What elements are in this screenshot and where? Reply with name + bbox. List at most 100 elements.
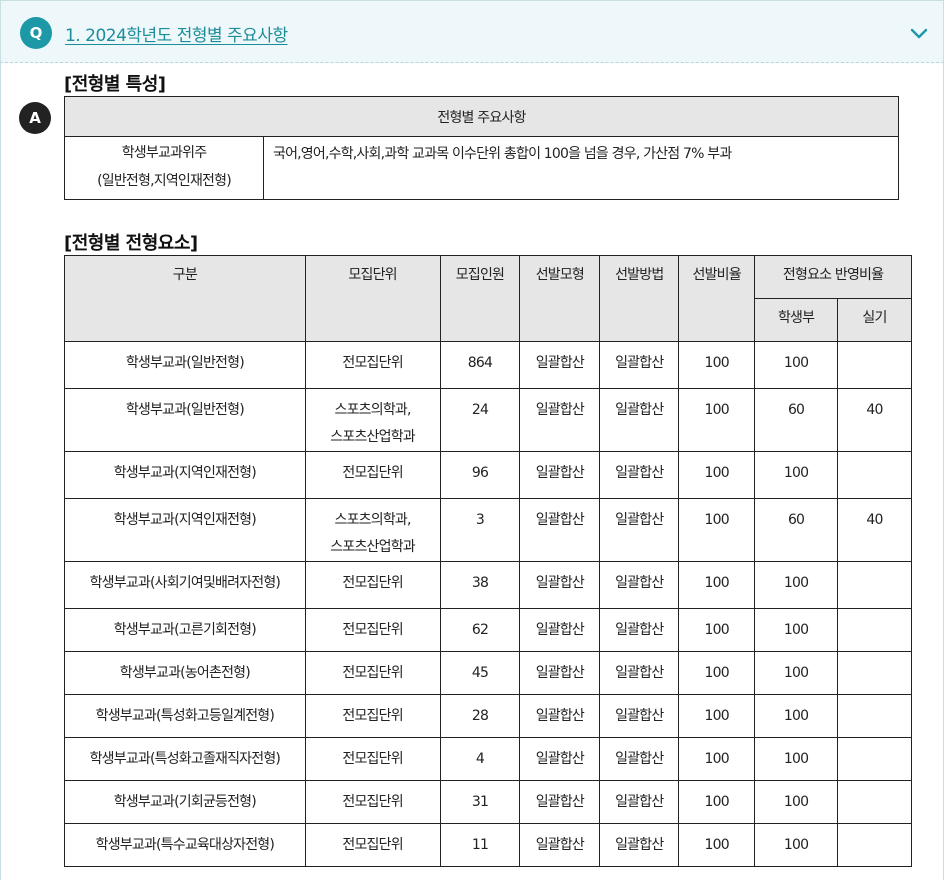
cell-unit-line1: 전모집단위 (342, 355, 403, 371)
cell-practical (837, 341, 912, 389)
cell-method: 일괄합산 (599, 780, 680, 824)
cell-model: 일괄합산 (519, 561, 601, 609)
characteristics-content: 국어,영어,수학,사회,과학 교과목 이수단위 총합이 100을 넘을 경우, … (263, 136, 899, 200)
cell-record: 100 (754, 341, 839, 389)
cell-ratio: 100 (678, 388, 756, 452)
characteristics-label: 학생부교과위주 (일반전형,지역인재전형) (64, 136, 264, 200)
cell-unit-line1: 전모집단위 (342, 751, 403, 767)
cell-method: 일괄합산 (599, 561, 680, 609)
cell-unit: 스포츠의학과, 스포츠산업학과 (304, 388, 441, 452)
cell-record: 100 (754, 608, 839, 652)
cell-count: 38 (439, 561, 521, 609)
cell-category: 학생부교과(농어촌전형) (64, 651, 306, 695)
table-row: 학생부교과(지역인재전형) 스포츠의학과, 스포츠산업학과 3 일괄합산 일괄합산 100 6… (64, 498, 912, 562)
cell-model: 일괄합산 (519, 498, 601, 562)
cell-method: 일괄합산 (599, 341, 680, 389)
section-title-characteristics: [전형별 특성] (64, 74, 166, 95)
col-header-unit: 모집단위 (304, 255, 441, 342)
cell-count: 28 (439, 694, 521, 738)
cell-ratio: 100 (678, 451, 756, 499)
cell-unit-line1: 전모집단위 (342, 465, 403, 481)
cell-unit-line1: 전모집단위 (342, 665, 403, 681)
cell-ratio: 100 (678, 651, 756, 695)
cell-count: 864 (439, 341, 521, 389)
cell-practical (837, 780, 912, 824)
cell-count: 45 (439, 651, 521, 695)
cell-ratio: 100 (678, 561, 756, 609)
table-row: 학생부교과(사회기여및배려자전형) 전모집단위 38 일괄합산 일괄합산 100 100 (64, 561, 912, 609)
table-row: 학생부교과(기회균등전형) 전모집단위 31 일괄합산 일괄합산 100 100 (64, 780, 912, 824)
cell-ratio: 100 (678, 694, 756, 738)
cell-unit: 전모집단위 (304, 823, 441, 867)
cell-count: 96 (439, 451, 521, 499)
table-row: 학생부교과위주 (일반전형,지역인재전형) 국어,영어,수학,사회,과학 교과목… (64, 136, 899, 200)
cell-category: 학생부교과(지역인재전형) (64, 498, 306, 562)
cell-method: 일괄합산 (599, 388, 680, 452)
cell-unit-line1: 스포츠의학과, (334, 402, 412, 418)
table-row: 학생부교과(지역인재전형) 전모집단위 96 일괄합산 일괄합산 100 100 (64, 451, 912, 499)
cell-practical: 40 (837, 498, 912, 562)
answer-badge: A (19, 102, 51, 134)
cell-practical: 40 (837, 388, 912, 452)
characteristics-label-line2: (일반전형,지역인재전형) (97, 173, 232, 189)
cell-category: 학생부교과(일반전형) (64, 388, 306, 452)
cell-record: 100 (754, 651, 839, 695)
cell-method: 일괄합산 (599, 694, 680, 738)
cell-practical (837, 823, 912, 867)
cell-count: 62 (439, 608, 521, 652)
section-title-elements: [전형별 전형요소] (64, 233, 198, 254)
cell-unit-line1: 스포츠의학과, (334, 512, 412, 528)
cell-count: 24 (439, 388, 521, 452)
cell-category: 학생부교과(고른기회전형) (64, 608, 306, 652)
cell-unit: 전모집단위 (304, 341, 441, 389)
question-title-link[interactable]: 1. 2024학년도 전형별 주요사항 (65, 21, 288, 46)
cell-unit: 전모집단위 (304, 451, 441, 499)
cell-unit: 전모집단위 (304, 651, 441, 695)
cell-model: 일괄합산 (519, 737, 601, 781)
table-row: 학생부교과(농어촌전형) 전모집단위 45 일괄합산 일괄합산 100 100 (64, 651, 912, 695)
col-header-count: 모집인원 (439, 255, 521, 342)
table-row: 학생부교과(고른기회전형) 전모집단위 62 일괄합산 일괄합산 100 100 (64, 608, 912, 652)
cell-method: 일괄합산 (599, 737, 680, 781)
cell-count: 3 (439, 498, 521, 562)
cell-unit-line2: 스포츠산업학과 (330, 429, 415, 445)
characteristics-table: 전형별 주요사항 학생부교과위주 (일반전형,지역인재전형) 국어,영어,수학,… (64, 96, 899, 200)
cell-unit: 전모집단위 (304, 780, 441, 824)
col-header-reflect: 전형요소 반영비율 (754, 255, 912, 299)
cell-unit: 전모집단위 (304, 694, 441, 738)
cell-count: 31 (439, 780, 521, 824)
cell-model: 일괄합산 (519, 451, 601, 499)
col-header-method: 선발방법 (599, 255, 680, 342)
table-row: 학생부교과(특성화고졸재직자전형) 전모집단위 4 일괄합산 일괄합산 100 100 (64, 737, 912, 781)
table-row: 학생부교과(일반전형) 전모집단위 864 일괄합산 일괄합산 100 100 (64, 341, 912, 389)
cell-unit: 전모집단위 (304, 561, 441, 609)
col-header-category: 구분 (64, 255, 306, 342)
cell-category: 학생부교과(특수교육대상자전형) (64, 823, 306, 867)
cell-unit-line1: 전모집단위 (342, 708, 403, 724)
cell-record: 100 (754, 737, 839, 781)
cell-ratio: 100 (678, 737, 756, 781)
cell-model: 일괄합산 (519, 341, 601, 389)
faq-question-bar[interactable]: Q 1. 2024학년도 전형별 주요사항 (0, 0, 944, 63)
cell-unit: 전모집단위 (304, 737, 441, 781)
cell-model: 일괄합산 (519, 823, 601, 867)
cell-model: 일괄합산 (519, 780, 601, 824)
cell-practical (837, 737, 912, 781)
cell-category: 학생부교과(사회기여및배려자전형) (64, 561, 306, 609)
cell-ratio: 100 (678, 498, 756, 562)
cell-model: 일괄합산 (519, 388, 601, 452)
cell-method: 일괄합산 (599, 451, 680, 499)
cell-unit-line1: 전모집단위 (342, 575, 403, 591)
table-row: 학생부교과(특수교육대상자전형) 전모집단위 11 일괄합산 일괄합산 100 100 (64, 823, 912, 867)
cell-count: 4 (439, 737, 521, 781)
characteristics-header: 전형별 주요사항 (64, 96, 899, 137)
cell-practical (837, 561, 912, 609)
chevron-down-icon[interactable] (909, 23, 929, 43)
cell-category: 학생부교과(일반전형) (64, 341, 306, 389)
table-row: 학생부교과(특성화고등일계전형) 전모집단위 28 일괄합산 일괄합산 100 100 (64, 694, 912, 738)
cell-record: 100 (754, 823, 839, 867)
cell-record: 100 (754, 561, 839, 609)
cell-unit-line2: 스포츠산업학과 (330, 539, 415, 555)
col-header-model: 선발모형 (519, 255, 601, 342)
cell-model: 일괄합산 (519, 608, 601, 652)
